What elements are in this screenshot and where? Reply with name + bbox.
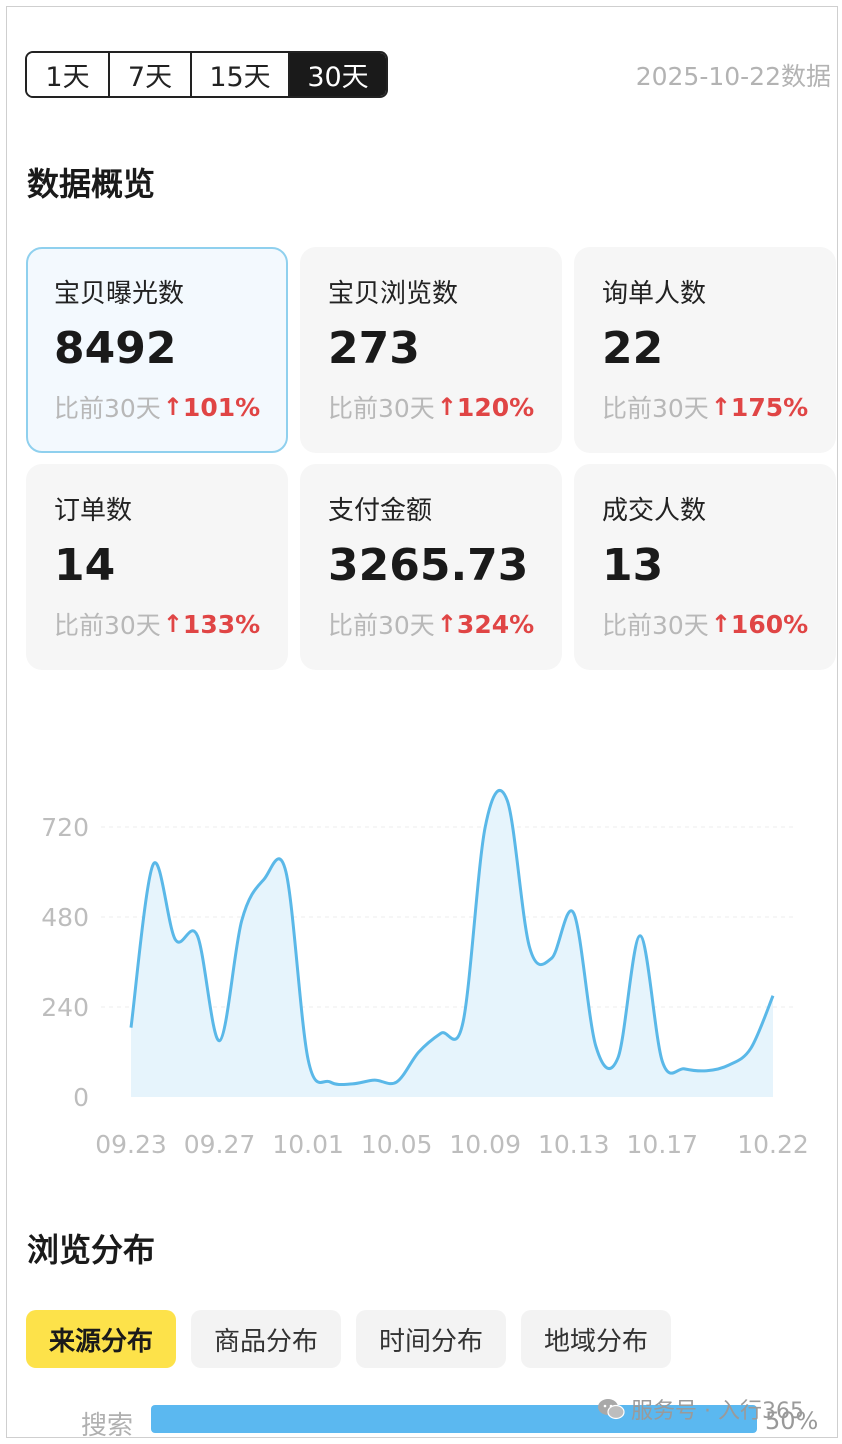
- change-percent: 120%: [456, 392, 535, 422]
- y-tick-label: 0: [73, 1083, 89, 1112]
- metric-value: 22: [602, 323, 664, 374]
- range-option-1d[interactable]: 1天: [27, 53, 110, 96]
- metric-card-inquiries[interactable]: 询单人数 22 比前30天 ↑ 175%: [574, 247, 836, 453]
- metric-compare: 比前30天 ↑ 133%: [54, 606, 288, 642]
- arrow-up-icon: ↑: [436, 610, 457, 638]
- change-percent: 324%: [456, 609, 535, 639]
- tab-product-distribution[interactable]: 商品分布: [191, 1310, 341, 1368]
- metric-card-exposure[interactable]: 宝贝曝光数 8492 比前30天 ↑ 101%: [26, 247, 288, 453]
- metric-card-payment[interactable]: 支付金额 3265.73 比前30天 ↑ 324%: [300, 464, 562, 670]
- metric-compare: 比前30天 ↑ 324%: [328, 606, 562, 642]
- trend-chart: 0 240 480 720 09.23 09.27 10.01 10.05 10.09 10.13…: [41, 788, 809, 1159]
- metric-compare: 比前30天 ↑ 101%: [54, 389, 286, 425]
- arrow-up-icon: ↑: [162, 393, 183, 421]
- tab-source-distribution[interactable]: 来源分布: [26, 1310, 176, 1368]
- metric-label: 订单数: [54, 496, 133, 526]
- x-tick-label: 10.13: [538, 1130, 610, 1159]
- y-tick-label: 720: [41, 813, 89, 842]
- metric-value: 13: [602, 540, 664, 591]
- series-area: [131, 790, 773, 1097]
- y-tick-label: 480: [41, 903, 89, 932]
- x-tick-label: 10.09: [449, 1130, 521, 1159]
- x-tick-label: 09.27: [184, 1130, 256, 1159]
- compare-text: 比前30天: [328, 394, 435, 423]
- compare-text: 比前30天: [328, 611, 435, 640]
- distribution-title: 浏览分布: [27, 1231, 156, 1269]
- page-frame: 1天 7天 15天 30天 2025-10-22数据 数据概览 宝贝曝光数 84…: [6, 6, 838, 1438]
- x-tick-label: 09.23: [95, 1130, 167, 1159]
- tab-region-distribution[interactable]: 地域分布: [521, 1310, 671, 1368]
- metric-card-views[interactable]: 宝贝浏览数 273 比前30天 ↑ 120%: [300, 247, 562, 453]
- arrow-up-icon: ↑: [436, 393, 457, 421]
- compare-text: 比前30天: [602, 394, 709, 423]
- metric-label: 宝贝曝光数: [54, 279, 185, 309]
- compare-text: 比前30天: [54, 394, 161, 423]
- y-tick-label: 240: [41, 993, 89, 1022]
- metric-compare: 比前30天 ↑ 120%: [328, 389, 562, 425]
- metric-compare: 比前30天 ↑ 175%: [602, 389, 836, 425]
- change-percent: 101%: [182, 392, 261, 422]
- range-option-15d[interactable]: 15天: [192, 53, 290, 96]
- metric-label: 支付金额: [328, 496, 433, 526]
- range-selector: 1天 7天 15天 30天: [25, 51, 388, 98]
- watermark-text: 服务号 · 入行365: [631, 1399, 804, 1424]
- range-option-30d[interactable]: 30天: [290, 53, 386, 96]
- wechat-icon: [598, 1399, 625, 1420]
- data-date-note: 2025-10-22数据: [635, 62, 831, 91]
- arrow-up-icon: ↑: [710, 610, 731, 638]
- metric-card-orders[interactable]: 订单数 14 比前30天 ↑ 133%: [26, 464, 288, 670]
- x-tick-label: 10.01: [272, 1130, 344, 1159]
- metric-value: 3265.73: [328, 540, 529, 591]
- overview-title: 数据概览: [27, 165, 156, 203]
- x-tick-label: 10.05: [361, 1130, 433, 1159]
- range-option-7d[interactable]: 7天: [110, 53, 192, 96]
- arrow-up-icon: ↑: [710, 393, 731, 421]
- metric-label: 宝贝浏览数: [328, 279, 459, 309]
- x-tick-label: 10.17: [627, 1130, 699, 1159]
- metric-card-buyers[interactable]: 成交人数 13 比前30天 ↑ 160%: [574, 464, 836, 670]
- change-percent: 160%: [730, 609, 809, 639]
- watermark: 服务号 · 入行365: [597, 1393, 804, 1425]
- x-tick-label: 10.22: [737, 1130, 809, 1159]
- metric-value: 14: [54, 540, 116, 591]
- source-row-label: 搜索: [81, 1411, 134, 1438]
- compare-text: 比前30天: [54, 611, 161, 640]
- metric-value: 8492: [54, 323, 177, 374]
- metric-compare: 比前30天 ↑ 160%: [602, 606, 836, 642]
- change-percent: 175%: [730, 392, 809, 422]
- change-percent: 133%: [182, 609, 261, 639]
- metric-label: 询单人数: [602, 279, 707, 309]
- tab-time-distribution[interactable]: 时间分布: [356, 1310, 506, 1368]
- arrow-up-icon: ↑: [162, 610, 183, 638]
- metric-label: 成交人数: [602, 496, 707, 526]
- metric-value: 273: [328, 323, 420, 374]
- compare-text: 比前30天: [602, 611, 709, 640]
